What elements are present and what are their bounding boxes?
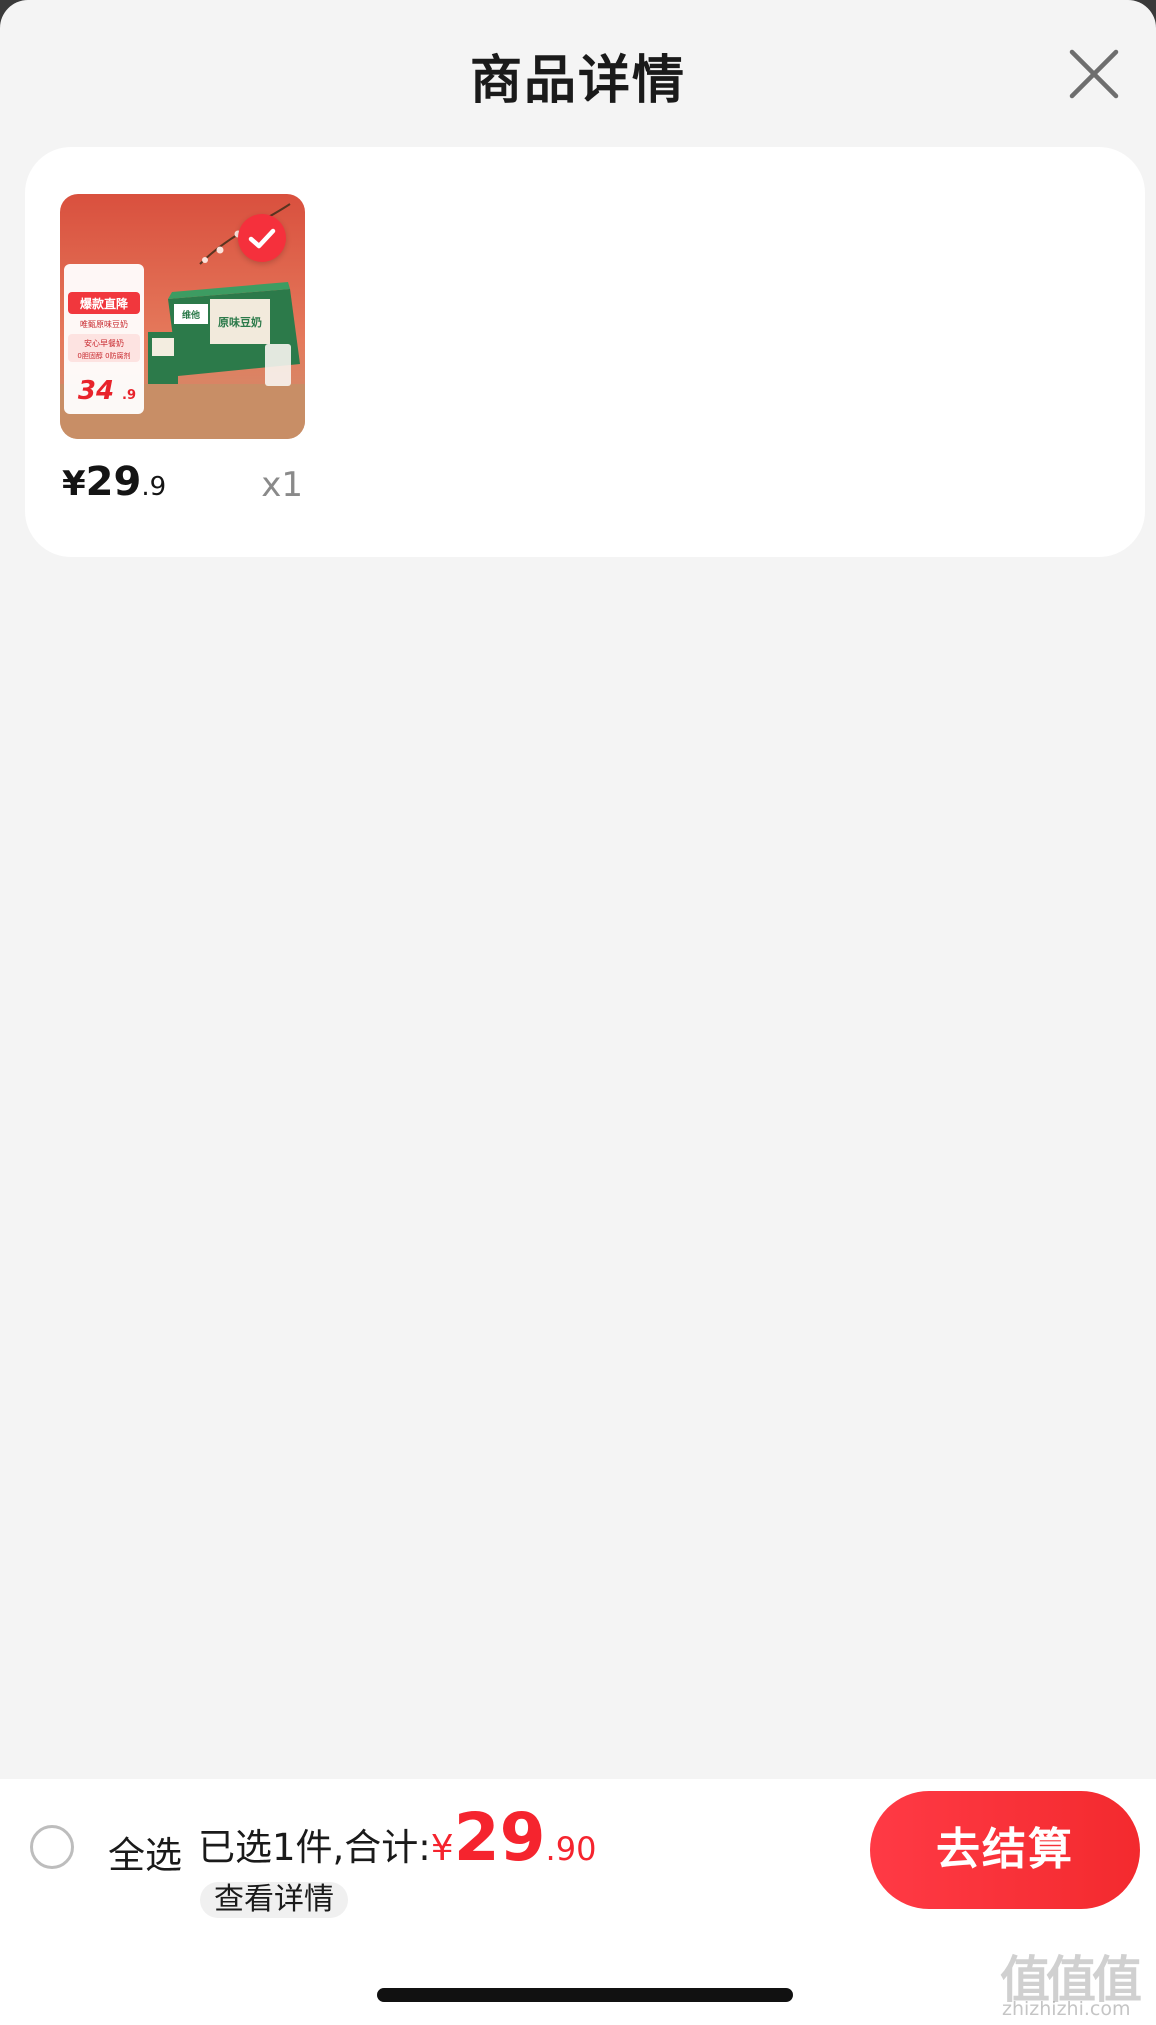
total-decimal: .90 [545, 1830, 597, 1868]
home-indicator[interactable] [377, 1988, 793, 2002]
product-quantity: x1 [261, 465, 303, 505]
product-price-row: ¥29.9 x1 [60, 439, 305, 509]
product-image[interactable]: 爆款直降 唯甄原味豆奶 安心早餐奶 0胆固醇 0防腐剂 34 .9 维他 原味豆… [60, 194, 305, 439]
close-button[interactable] [1064, 44, 1124, 104]
product-details-sheet: 商品详情 爆款直降 唯甄原味豆奶 安心早餐奶 0胆固醇 0防腐剂 34 .9 维… [0, 0, 1156, 2025]
select-all-radio-icon[interactable] [30, 1825, 74, 1869]
select-all-label: 全选 [108, 1834, 182, 1877]
total-currency: ¥ [430, 1828, 454, 1869]
product-price: ¥29.9 [62, 459, 166, 505]
price-integer: 29 [85, 459, 142, 505]
order-summary: 已选1件,合计:¥29.90 [198, 1799, 596, 1876]
price-symbol: ¥ [62, 464, 86, 504]
image-old-price-dec: .9 [122, 388, 136, 403]
product-item[interactable]: 爆款直降 唯甄原味豆奶 安心早餐奶 0胆固醇 0防腐剂 34 .9 维他 原味豆… [60, 194, 305, 509]
summary-label: 已选1件,合计: [198, 1826, 431, 1869]
total-integer: 29 [453, 1799, 546, 1876]
image-banner-text: 爆款直降 [80, 296, 129, 311]
watermark-logo: 值值值 zhizhizhi.com [1000, 1940, 1150, 2022]
image-subtitle-text: 唯甄原味豆奶 [80, 319, 128, 329]
image-brand-text: 维他 [182, 309, 200, 321]
image-product-name: 原味豆奶 [218, 315, 262, 329]
image-tagline-2: 0胆固醇 0防腐剂 [77, 351, 130, 360]
image-tagline-1: 安心早餐奶 [84, 338, 124, 348]
price-decimal: .9 [141, 472, 167, 502]
checkout-button[interactable]: 去结算 [870, 1791, 1140, 1909]
watermark-url: zhizhizhi.com [1002, 1998, 1131, 2020]
selected-check-icon[interactable] [238, 214, 286, 262]
image-old-price: 34 [78, 376, 114, 406]
view-details-link[interactable]: 查看详情 [200, 1882, 348, 1918]
product-card: 爆款直降 唯甄原味豆奶 安心早餐奶 0胆固醇 0防腐剂 34 .9 维他 原味豆… [25, 147, 1145, 557]
sheet-header: 商品详情 [0, 0, 1156, 146]
close-icon [1069, 49, 1119, 99]
page-title: 商品详情 [469, 51, 686, 111]
home-zone [0, 1921, 1156, 2025]
checkout-bar: 全选 已选1件,合计:¥29.90 查看详情 去结算 [0, 1779, 1156, 1922]
